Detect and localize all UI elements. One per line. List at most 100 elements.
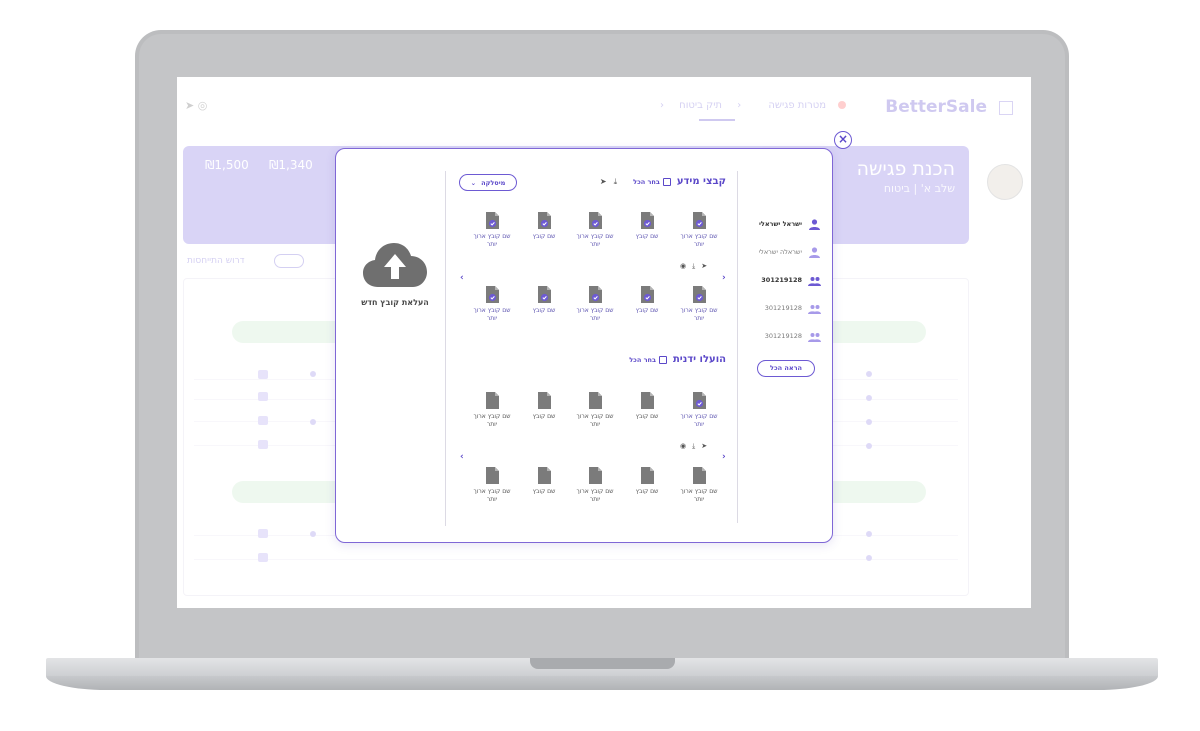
chat-icon[interactable]	[258, 370, 268, 379]
chat-icon[interactable]	[258, 392, 268, 401]
users-icon	[808, 276, 821, 286]
category-dropdown[interactable]: מיסלקה ⌄	[459, 174, 517, 191]
file-item[interactable]: שם קובץ ארוך יותר	[473, 286, 511, 334]
eye-icon[interactable]: ◉	[680, 442, 686, 451]
attention-toggle[interactable]	[274, 254, 304, 268]
eye-icon[interactable]: ◉	[680, 262, 686, 271]
user-item[interactable]: 301219128	[743, 301, 821, 315]
file-name: שם קובץ	[532, 488, 556, 495]
file-name: שם קובץ ארוך יותר	[576, 488, 614, 503]
file-icon	[588, 467, 602, 484]
file-item[interactable]: שם קובץ	[525, 392, 563, 440]
close-button[interactable]: ×	[834, 131, 852, 149]
file-icon	[640, 467, 654, 484]
top-bar: BetterSale מטרות פגישה ‹ תיק ביטוח ‹ ◎ ➤	[177, 77, 1031, 137]
file-name: שם קובץ	[635, 488, 659, 495]
chat-icon[interactable]	[258, 416, 268, 425]
screen: BetterSale מטרות פגישה ‹ תיק ביטוח ‹ ◎ ➤…	[177, 77, 1031, 608]
breadcrumb: מטרות פגישה ‹ תיק ביטוח ‹	[648, 100, 846, 111]
toggle-label: דרוש התייחסות	[187, 256, 245, 266]
file-name: שם קובץ ארוך יותר	[680, 488, 718, 503]
file-item[interactable]: שם קובץ ארוך יותר	[473, 467, 511, 515]
chat-icon[interactable]	[258, 553, 268, 562]
file-item[interactable]: שם קובץ ארוך יותר	[680, 212, 718, 260]
file-item[interactable]: שם קובץ ארוך יותר	[576, 392, 614, 440]
chat-icon[interactable]	[258, 529, 268, 538]
file-item[interactable]: שם קובץ ארוך יותר	[576, 286, 614, 334]
user-item[interactable]: ישראל ישראלי	[743, 217, 821, 231]
top-icons: ◎ ➤	[185, 99, 207, 112]
show-all-button[interactable]: הראה הכל	[757, 360, 815, 377]
user-icon	[809, 218, 820, 230]
file-icon	[537, 212, 551, 229]
file-icon	[588, 392, 602, 409]
chevron-left-icon[interactable]: ‹	[460, 273, 464, 283]
file-icon	[485, 467, 499, 484]
download-icon[interactable]: ⤓	[692, 442, 695, 451]
section-title: הועלו ידנית	[672, 354, 726, 365]
file-name: שם קובץ ארוך יותר	[473, 307, 511, 322]
banner-title: הכנת פגישה	[856, 158, 955, 180]
users-icon	[808, 304, 821, 314]
breadcrumb-item-active[interactable]: תיק ביטוח	[679, 100, 722, 111]
manual-files-header: הועלו ידנית בחר הכל	[629, 354, 726, 365]
file-actions: ◉ ⤓ ➤	[680, 442, 707, 451]
knowledge-files-header: קבצי מידע בחר הכל ⤓ ➤	[600, 176, 726, 187]
status-dot	[866, 419, 872, 425]
file-icon	[588, 286, 602, 303]
laptop-base-edge	[46, 676, 1158, 690]
file-item[interactable]: שם קובץ ארוך יותר	[576, 467, 614, 515]
send-icon[interactable]: ➤	[600, 177, 607, 187]
send-icon[interactable]: ➤	[701, 442, 707, 451]
file-item[interactable]: שם קובץ ארוך יותר	[680, 286, 718, 334]
file-item[interactable]: שם קובץ ארוך יותר	[576, 212, 614, 260]
file-icon	[692, 467, 706, 484]
file-name: שם קובץ ארוך יותר	[473, 413, 511, 428]
file-item[interactable]: שם קובץ ארוך יותר	[680, 467, 718, 515]
file-item[interactable]: שם קובץ ארוך יותר	[473, 392, 511, 440]
user-item[interactable]: 301219128	[743, 329, 821, 343]
checkbox[interactable]	[658, 355, 667, 364]
menu-icon[interactable]	[999, 101, 1013, 115]
table-divider	[194, 559, 958, 560]
file-item[interactable]: שם קובץ	[525, 212, 563, 260]
file-item[interactable]: שם קובץ ארוך יותר	[680, 392, 718, 440]
file-item[interactable]: שם קובץ	[628, 467, 666, 515]
whatsapp-icon[interactable]: ◎	[198, 99, 208, 112]
status-dot	[866, 443, 872, 449]
file-item[interactable]: שם קובץ	[628, 212, 666, 260]
checkbox[interactable]	[662, 177, 671, 186]
users-icon	[808, 332, 821, 342]
file-item[interactable]: שם קובץ ארוך יותר	[473, 212, 511, 260]
file-item[interactable]: שם קובץ	[525, 467, 563, 515]
laptop-notch	[530, 658, 675, 669]
breadcrumb-separator: ‹	[659, 100, 664, 111]
avatar[interactable]	[987, 164, 1023, 200]
select-all-toggle[interactable]: בחר הכל	[633, 177, 671, 186]
user-item[interactable]: ישראלה ישראלי	[743, 245, 821, 259]
chevron-left-icon[interactable]: ‹	[460, 452, 464, 462]
breadcrumb-item[interactable]: מטרות פגישה	[756, 100, 846, 111]
chevron-right-icon[interactable]: ›	[722, 273, 726, 283]
file-icon	[485, 286, 499, 303]
send-icon[interactable]: ➤	[701, 262, 707, 271]
file-icon	[640, 392, 654, 409]
send-icon[interactable]: ➤	[185, 99, 194, 112]
close-icon: ×	[837, 132, 849, 146]
chat-icon[interactable]	[258, 440, 268, 449]
download-icon[interactable]: ⤓	[614, 177, 618, 187]
select-all-toggle[interactable]: בחר הכל	[629, 355, 667, 364]
file-icon	[692, 392, 706, 409]
file-item[interactable]: שם קובץ	[525, 286, 563, 334]
file-item[interactable]: שם קובץ	[628, 392, 666, 440]
file-name: שם קובץ ארוך יותר	[576, 307, 614, 322]
file-item[interactable]: שם קובץ	[628, 286, 666, 334]
user-item[interactable]: 301219128	[743, 273, 821, 287]
upload-new-file[interactable]: העלאת קובץ חדש	[350, 241, 440, 321]
active-tab-underline	[699, 119, 735, 121]
banner-stat: ₪1,340	[269, 158, 313, 172]
file-name: שם קובץ ארוך יותר	[680, 307, 718, 322]
file-icon	[537, 467, 551, 484]
chevron-right-icon[interactable]: ›	[722, 452, 726, 462]
download-icon[interactable]: ⤓	[692, 262, 695, 271]
